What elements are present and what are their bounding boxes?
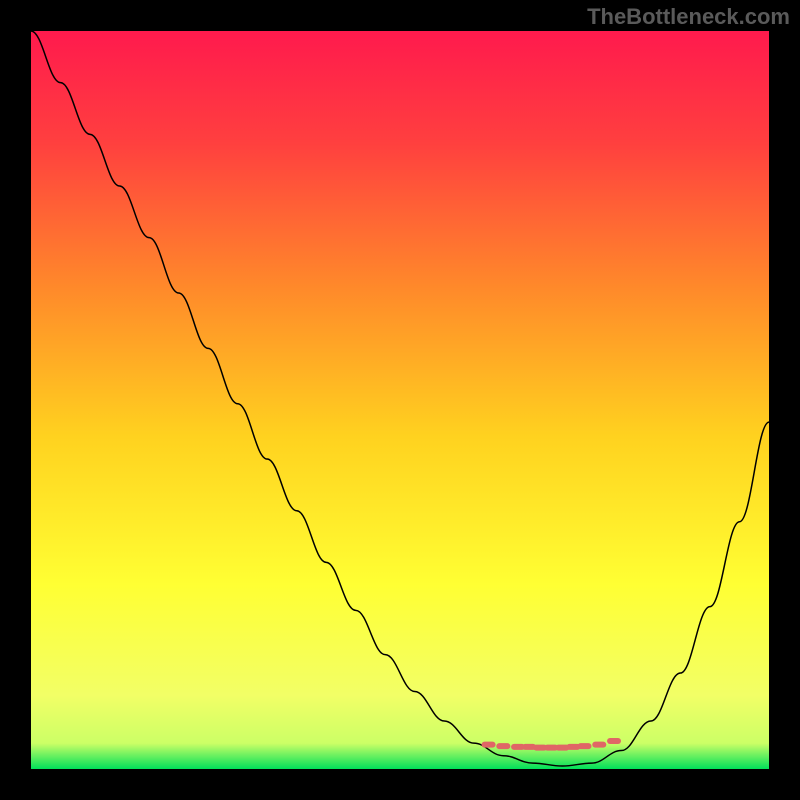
chart-container: TheBottleneck.com xyxy=(0,0,800,800)
chart-plot xyxy=(31,31,769,769)
attribution-label: TheBottleneck.com xyxy=(587,4,790,30)
gradient-background xyxy=(31,31,769,769)
